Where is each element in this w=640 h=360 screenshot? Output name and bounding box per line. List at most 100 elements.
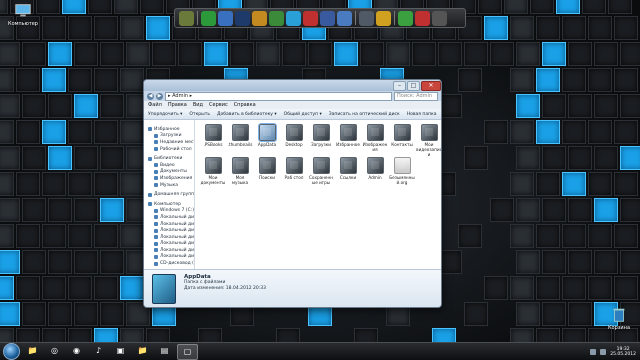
music-icon[interactable] <box>252 10 267 26</box>
menu-item[interactable]: Справка <box>234 102 256 108</box>
explorer-icon[interactable]: 📁 <box>23 344 42 358</box>
wallpaper-cube <box>614 68 638 92</box>
leaf-icon[interactable] <box>201 10 216 26</box>
folder-item[interactable]: Изображения <box>363 124 387 157</box>
opera-icon[interactable] <box>303 10 318 26</box>
nav-group[interactable]: Избранное <box>144 126 194 133</box>
photoshop-icon[interactable] <box>235 10 250 26</box>
app-icon[interactable]: ▣ <box>111 344 130 358</box>
nav-item[interactable]: Рабочий стол <box>144 146 194 153</box>
network-icon[interactable] <box>320 10 335 26</box>
folder-icon[interactable]: 📁 <box>133 344 152 358</box>
wallpaper-cube <box>282 42 306 66</box>
folder-item[interactable]: Admin <box>363 157 387 190</box>
clock-date: 25.05.2012 <box>610 351 636 357</box>
nav-item[interactable]: Недавние места <box>144 139 194 146</box>
toolbar-button[interactable]: Новая папка <box>407 112 437 117</box>
toolbar-button[interactable]: Открыть <box>189 112 210 117</box>
forward-icon[interactable]: ▶ <box>156 92 163 100</box>
desktop-icon-computer[interactable]: Компьютер <box>3 2 43 27</box>
menu-item[interactable]: Правка <box>168 102 187 108</box>
folder-item[interactable]: Сохраненные игры <box>309 157 333 190</box>
wallpaper-cube <box>504 0 528 14</box>
skype-icon[interactable] <box>286 10 301 26</box>
menu-item[interactable]: Вид <box>193 102 203 108</box>
nav-item[interactable]: Изображения <box>144 175 194 182</box>
network-icon[interactable] <box>590 348 597 355</box>
browser-icon[interactable] <box>218 10 233 26</box>
minimize-button[interactable]: – <box>393 80 406 91</box>
wallpaper-cube <box>22 94 46 118</box>
wallpaper-cube <box>568 250 592 274</box>
wallpaper-cube <box>0 250 20 274</box>
toolbar-button[interactable]: Общий доступ ▾ <box>284 112 322 117</box>
folder-item[interactable]: Поиски <box>255 157 279 190</box>
start-button[interactable] <box>3 343 20 360</box>
maximize-button[interactable]: □ <box>407 80 420 91</box>
wallpaper-cube <box>542 42 566 66</box>
address-bar[interactable]: ▸ Admin ▸ <box>165 91 392 101</box>
location-icon <box>154 215 158 220</box>
folder-item[interactable]: .thumbnails <box>228 124 252 157</box>
wallpaper-cube <box>516 42 540 66</box>
nav-item[interactable]: Видео <box>144 162 194 169</box>
menu-item[interactable]: Файл <box>148 102 162 108</box>
close-icon[interactable] <box>432 10 447 26</box>
restart-icon[interactable] <box>415 10 430 26</box>
system-tray: 19:32 25.05.2012 <box>590 345 636 358</box>
nav-item[interactable]: Локальный диск WD (F:) <box>144 227 194 234</box>
folder-item[interactable]: Ссылки <box>336 157 360 190</box>
folder-item[interactable]: Мои видеозаписи <box>416 124 441 157</box>
app2-icon[interactable]: ▤ <box>155 344 174 358</box>
folder-item[interactable]: Мои документы <box>201 157 225 190</box>
torrent-icon[interactable] <box>269 10 284 26</box>
window-icon[interactable]: ▢ <box>177 343 198 360</box>
nav-item[interactable]: Локальный диск WD (J:) <box>144 254 194 261</box>
media-icon[interactable]: ♪ <box>89 344 108 358</box>
nav-item[interactable]: Загрузки <box>144 133 194 140</box>
folder-item[interactable]: .PSBooks <box>201 124 225 157</box>
folder-icon <box>231 157 249 174</box>
app-icon[interactable] <box>179 10 194 26</box>
nav-item[interactable]: Документы <box>144 169 194 176</box>
nav-item[interactable]: Локальный диск (D:) <box>144 214 194 221</box>
close-button[interactable]: ✕ <box>421 80 441 91</box>
folder-item[interactable]: Моя музыка <box>228 157 252 190</box>
display-icon[interactable] <box>359 10 374 26</box>
nav-item[interactable]: Локальный диск (G:) <box>144 234 194 241</box>
firefox-icon[interactable]: ◉ <box>67 344 86 358</box>
nav-group[interactable]: Домашняя группа <box>144 191 194 198</box>
wallpaper-cube <box>484 276 508 300</box>
folder-item[interactable]: Избранное <box>336 124 360 157</box>
power-icon[interactable] <box>398 10 413 26</box>
search-input[interactable]: Поиск: Admin <box>394 91 438 101</box>
folder-item[interactable]: Раб стол <box>282 157 306 190</box>
nav-item[interactable]: Локальный диск WD (I:) <box>144 247 194 254</box>
nav-item[interactable]: Музыка <box>144 182 194 189</box>
desktop-icon-recycle-bin[interactable]: Корзина <box>599 306 639 331</box>
wallpaper-cube <box>562 224 586 248</box>
toolbar-button[interactable]: Записать на оптический диск <box>329 112 400 117</box>
folder-item[interactable]: Контакты <box>390 124 414 157</box>
folder-item[interactable]: Desktop <box>282 124 306 157</box>
back-icon[interactable]: ◀ <box>147 92 154 100</box>
clock[interactable]: 19:32 25.05.2012 <box>610 347 636 357</box>
nav-item[interactable]: Локальный диск (H:) <box>144 241 194 248</box>
folder-icon[interactable] <box>376 10 391 26</box>
file-item[interactable]: Безымянный.org <box>389 157 415 190</box>
nav-group[interactable]: Библиотеки <box>144 155 194 162</box>
folder-item[interactable]: Загрузки <box>309 124 333 157</box>
folder-item[interactable]: AppData <box>255 123 279 157</box>
settings-icon[interactable] <box>337 10 352 26</box>
wallpaper-cube <box>620 42 640 66</box>
menu-item[interactable]: Сервис <box>209 102 228 108</box>
toolbar-button[interactable]: Упорядочить ▾ <box>148 112 182 117</box>
volume-icon[interactable] <box>600 348 607 355</box>
nav-item[interactable]: Windows 7 (C:) <box>144 208 194 215</box>
wallpaper-cube <box>0 146 20 170</box>
nav-group[interactable]: Компьютер <box>144 201 194 208</box>
nav-item[interactable]: CD-дисковод (K:) <box>144 260 194 267</box>
toolbar-button[interactable]: Добавить в библиотеку ▾ <box>217 112 277 117</box>
chrome-icon[interactable]: ◎ <box>45 344 64 358</box>
nav-item[interactable]: Локальный диск (E:) <box>144 221 194 228</box>
